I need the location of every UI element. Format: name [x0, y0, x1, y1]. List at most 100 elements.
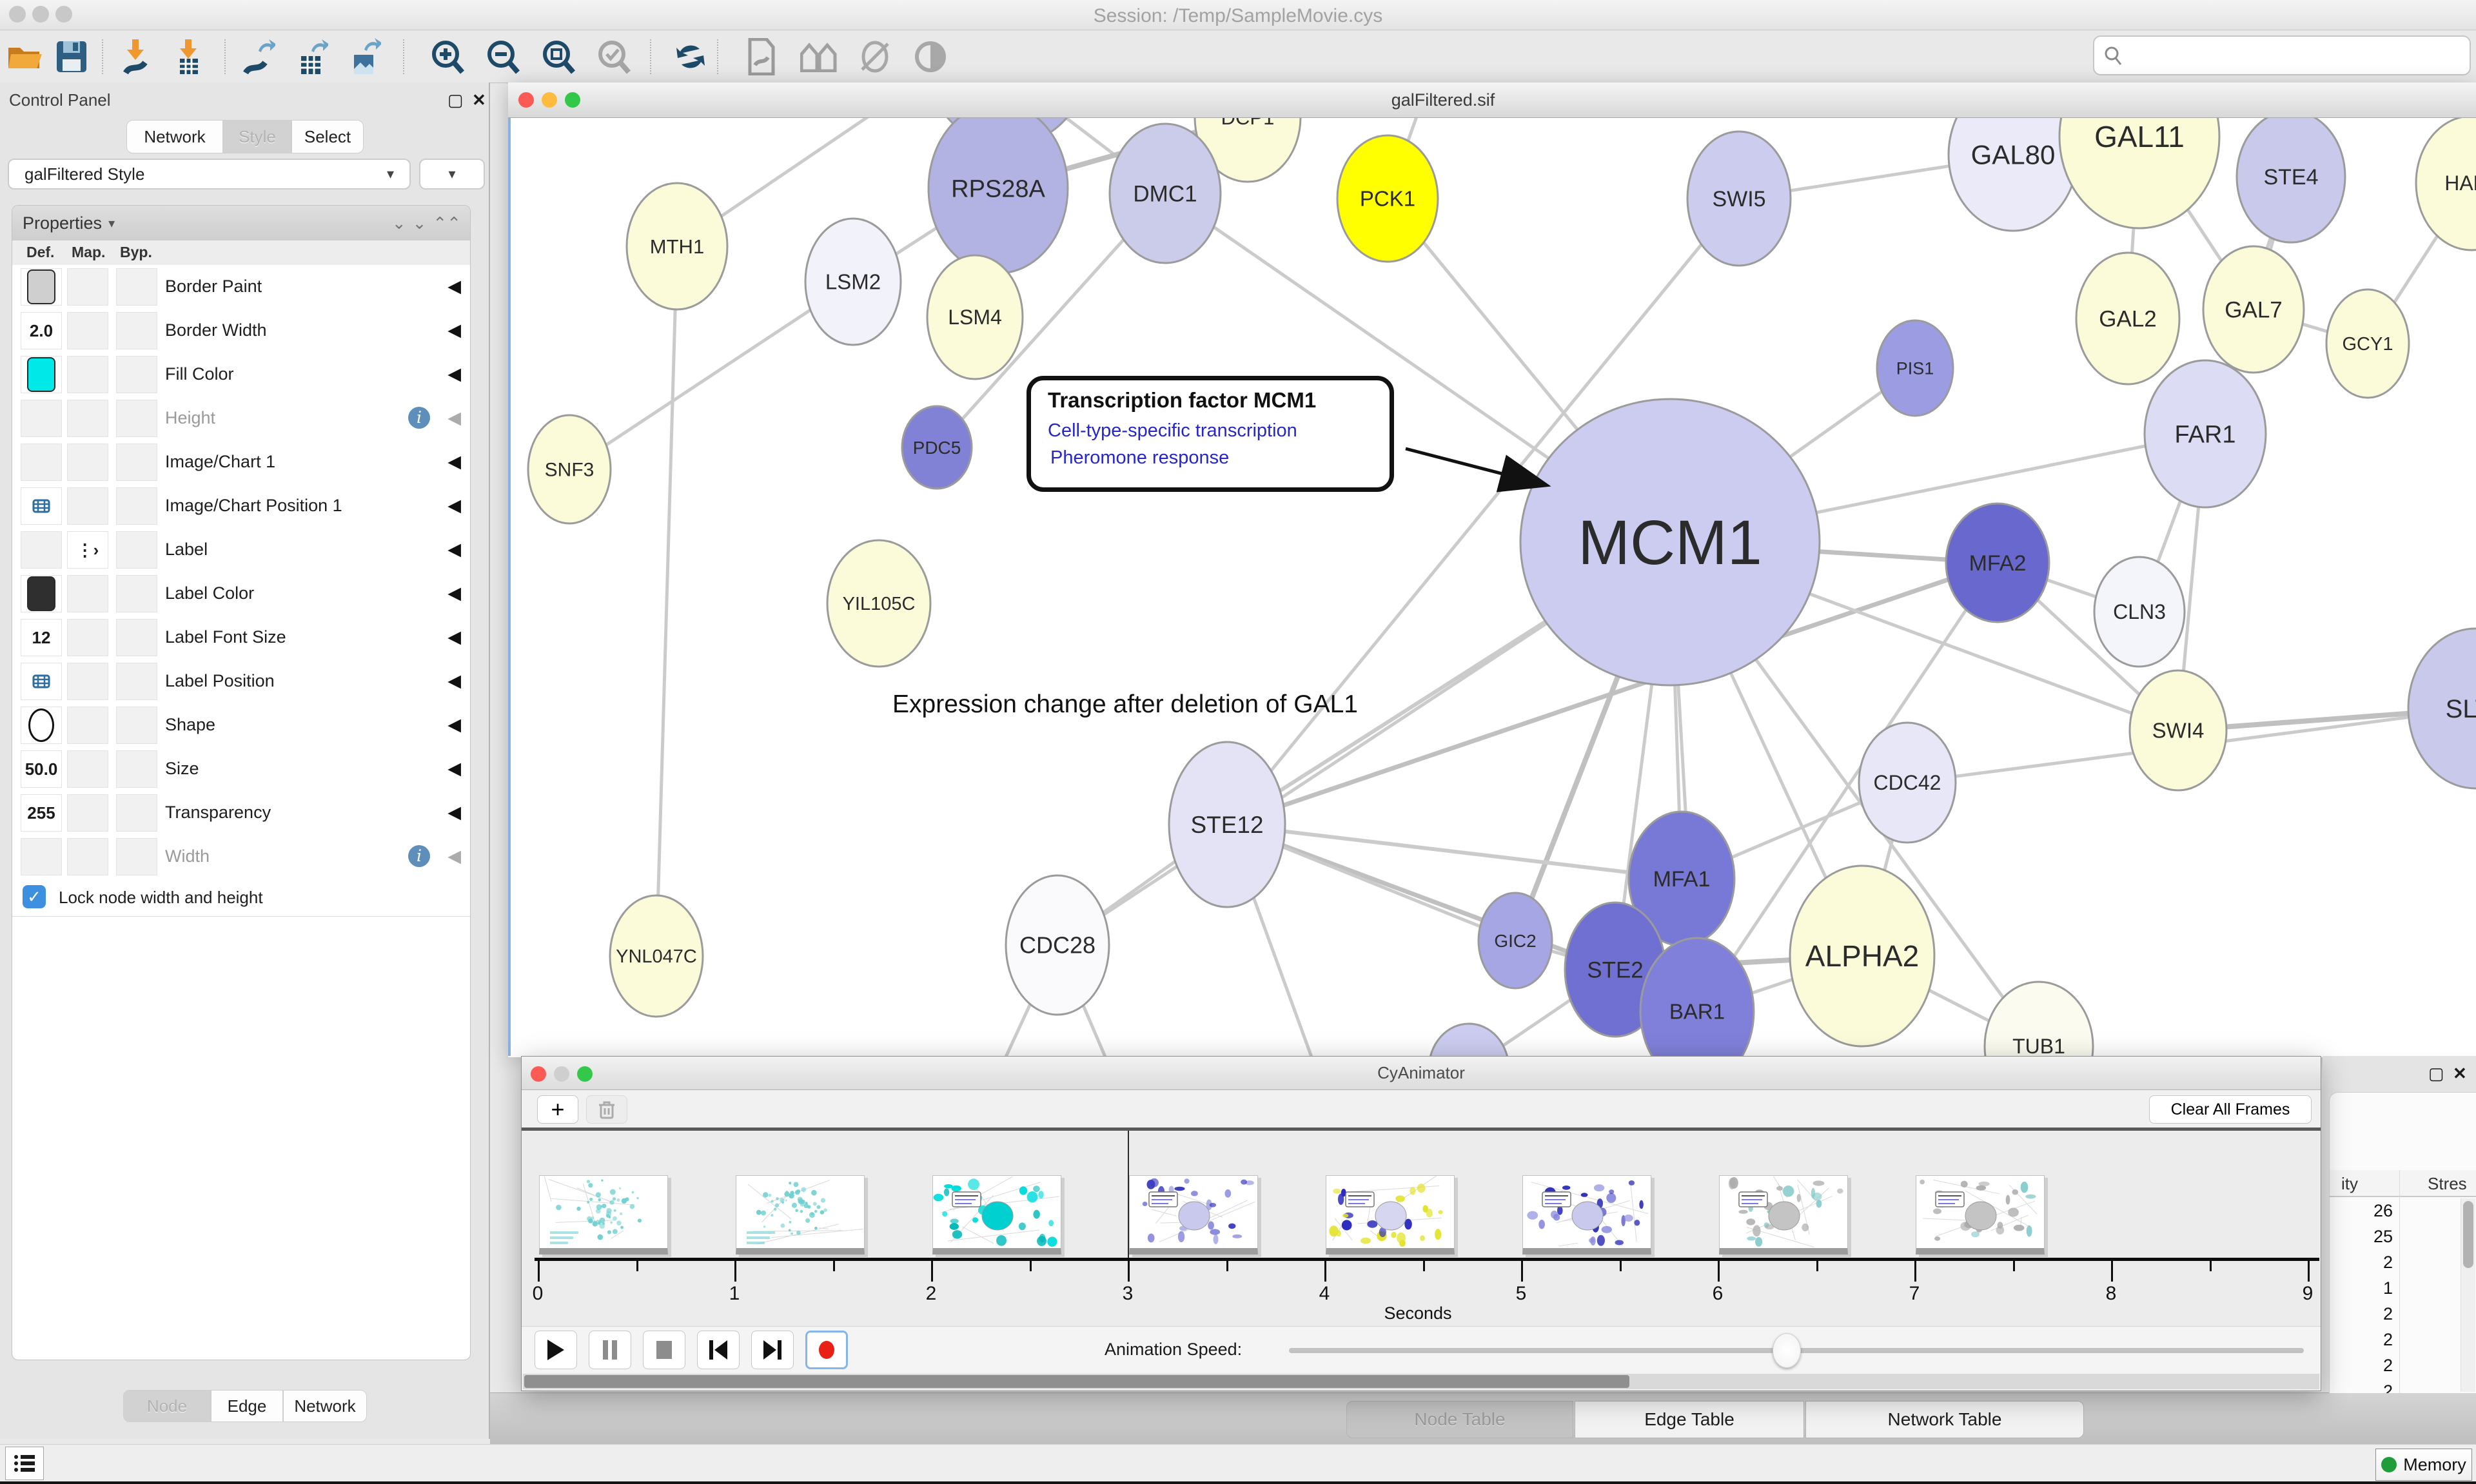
- def-cell[interactable]: 255: [21, 794, 62, 832]
- table-cell-value[interactable]: 25: [2335, 1227, 2393, 1247]
- tab-select[interactable]: Select: [291, 120, 364, 153]
- tab-edge-table[interactable]: Edge Table: [1575, 1401, 1804, 1438]
- map-cell[interactable]: [67, 356, 108, 393]
- tab-network-table[interactable]: Network Table: [1805, 1401, 2084, 1438]
- table-cell-value[interactable]: 2: [2335, 1253, 2393, 1273]
- expand-all-icon[interactable]: ⌄⌄: [392, 213, 433, 233]
- map-cell[interactable]: [67, 312, 108, 349]
- hide-selected-icon[interactable]: [855, 37, 895, 77]
- map-cell[interactable]: [67, 707, 108, 744]
- property-row-label[interactable]: ⋮›Label◀: [12, 528, 470, 572]
- def-cell[interactable]: [21, 356, 62, 393]
- close-panel-icon[interactable]: ✕: [2453, 1065, 2467, 1082]
- network-node-gal7[interactable]: GAL7: [2203, 246, 2304, 373]
- def-cell[interactable]: [21, 444, 62, 481]
- byp-cell[interactable]: [116, 750, 157, 788]
- map-cell[interactable]: [67, 444, 108, 481]
- property-row-image-chart-1[interactable]: Image/Chart 1◀: [12, 440, 470, 485]
- network-node-mfa2[interactable]: MFA2: [1946, 503, 2049, 622]
- zoom-out-icon[interactable]: [484, 37, 524, 77]
- delete-frame-button[interactable]: [586, 1095, 627, 1124]
- expand-row-icon[interactable]: ◀: [447, 320, 461, 340]
- minimize-window-icon[interactable]: [542, 92, 557, 108]
- refresh-icon[interactable]: [671, 37, 711, 77]
- memory-button[interactable]: Memory: [2375, 1449, 2472, 1481]
- skip-start-button[interactable]: [697, 1331, 740, 1369]
- property-row-image-chart-position-1[interactable]: Image/Chart Position 1◀: [12, 484, 470, 529]
- map-cell[interactable]: [67, 400, 108, 437]
- collapse-all-icon[interactable]: ⌃⌃: [433, 213, 461, 233]
- map-cell[interactable]: [67, 794, 108, 832]
- table-cell-value[interactable]: 2: [2335, 1381, 2393, 1394]
- network-window-titlebar[interactable]: galFiltered.sif: [508, 83, 2476, 118]
- search-input[interactable]: [2123, 45, 2461, 66]
- table-cell-value[interactable]: 2: [2335, 1356, 2393, 1376]
- close-window-icon[interactable]: [518, 92, 534, 108]
- byp-cell[interactable]: [116, 838, 157, 875]
- expand-row-icon[interactable]: ◀: [447, 803, 461, 823]
- close-panel-icon[interactable]: ✕: [472, 92, 486, 108]
- network-node-gcy1[interactable]: GCY1: [2326, 289, 2409, 398]
- network-node-lsm4[interactable]: LSM4: [927, 255, 1023, 379]
- column-header-stress[interactable]: Stres: [2428, 1174, 2467, 1194]
- network-node-gal11[interactable]: GAL11: [2059, 118, 2219, 228]
- map-cell[interactable]: [67, 268, 108, 306]
- byp-cell[interactable]: [116, 575, 157, 612]
- frame-thumbnail-1[interactable]: [736, 1175, 865, 1255]
- save-session-icon[interactable]: [52, 37, 92, 77]
- expand-row-icon[interactable]: ◀: [447, 715, 461, 735]
- network-node-snf3[interactable]: SNF3: [528, 415, 611, 523]
- byp-cell[interactable]: [116, 400, 157, 437]
- network-node-dmc1[interactable]: DMC1: [1110, 124, 1221, 263]
- map-cell[interactable]: [67, 619, 108, 656]
- column-header-connectivity[interactable]: ity: [2341, 1174, 2358, 1194]
- zoom-in-icon[interactable]: [428, 37, 468, 77]
- network-node-cdc28[interactable]: CDC28: [1006, 875, 1109, 1015]
- info-icon[interactable]: i: [408, 407, 430, 429]
- tab-node-table[interactable]: Node Table: [1346, 1401, 1573, 1438]
- property-row-transparency[interactable]: 255Transparency◀: [12, 791, 470, 835]
- zoom-window-icon[interactable]: [565, 92, 580, 108]
- byp-cell[interactable]: [116, 619, 157, 656]
- network-node-ste12[interactable]: STE12: [1169, 742, 1285, 907]
- byp-cell[interactable]: [116, 444, 157, 481]
- scrollbar-thumb[interactable]: [2463, 1201, 2473, 1268]
- frame-thumbnail-0[interactable]: [539, 1175, 668, 1255]
- timeline-scrollbar[interactable]: [523, 1374, 2319, 1389]
- table-cell-value[interactable]: 2: [2335, 1330, 2393, 1350]
- network-node-cdc42[interactable]: CDC42: [1859, 723, 1956, 843]
- search-field[interactable]: [2093, 35, 2471, 75]
- table-cell-value[interactable]: 1: [2335, 1278, 2393, 1298]
- network-node-pis1[interactable]: PIS1: [1877, 320, 1953, 416]
- table-cell-value[interactable]: 2: [2335, 1304, 2393, 1324]
- add-frame-button[interactable]: +: [537, 1095, 578, 1124]
- network-node-gic2[interactable]: GIC2: [1479, 893, 1552, 988]
- network-node-ste4[interactable]: STE4: [2237, 118, 2345, 242]
- expand-row-icon[interactable]: ◀: [447, 277, 461, 297]
- tab-style[interactable]: Style: [223, 120, 291, 153]
- zoom-fit-icon[interactable]: [539, 37, 579, 77]
- def-cell[interactable]: [21, 838, 62, 875]
- property-row-height[interactable]: Heighti◀: [12, 396, 470, 441]
- byp-cell[interactable]: [116, 312, 157, 349]
- def-cell[interactable]: [21, 707, 62, 744]
- tab-node[interactable]: Node: [123, 1390, 211, 1422]
- byp-cell[interactable]: [116, 707, 157, 744]
- network-node-lsm2[interactable]: LSM2: [805, 219, 901, 345]
- style-dropdown[interactable]: galFiltered Style ▾: [8, 159, 411, 190]
- def-cell[interactable]: [21, 575, 62, 612]
- map-cell[interactable]: [67, 750, 108, 788]
- byp-cell[interactable]: [116, 268, 157, 306]
- first-neighbors-icon[interactable]: [800, 37, 840, 77]
- expand-row-icon[interactable]: ◀: [447, 583, 461, 603]
- network-node-ynl047c[interactable]: YNL047C: [610, 895, 703, 1017]
- show-all-icon[interactable]: [910, 37, 950, 77]
- frame-thumbnail-6[interactable]: [1719, 1175, 1848, 1255]
- export-image-icon[interactable]: [343, 37, 383, 77]
- frame-thumbnail-4[interactable]: [1326, 1175, 1455, 1255]
- open-session-icon[interactable]: [5, 37, 45, 77]
- pause-button[interactable]: [589, 1331, 631, 1369]
- map-cell[interactable]: [67, 663, 108, 700]
- network-node-partial[interactable]: [1429, 1024, 1509, 1056]
- network-canvas[interactable]: DCP1RPS28ADMC1PCK1SWI5GAL80GAL11STE4HAP2…: [508, 118, 2476, 1056]
